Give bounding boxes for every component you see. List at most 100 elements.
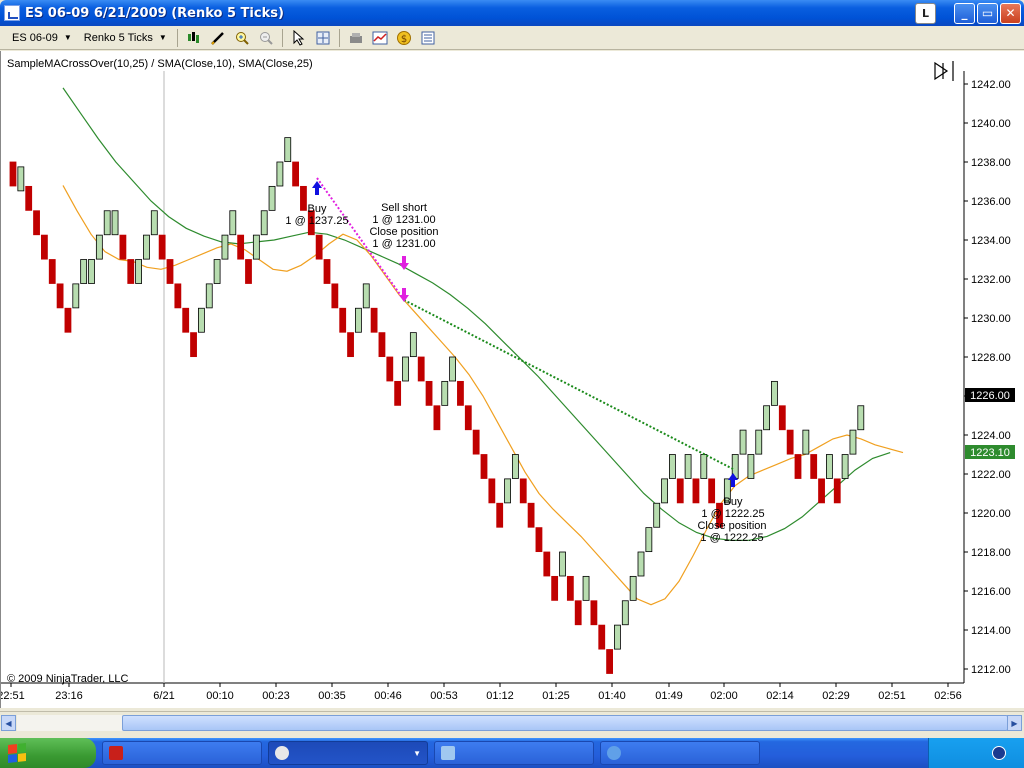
crosshair-icon[interactable]	[314, 29, 332, 47]
up-brick	[755, 429, 763, 455]
up-brick	[511, 454, 519, 479]
y-tick-label: 1216.00	[971, 586, 1011, 598]
chevron-down-icon: ▼	[413, 748, 421, 758]
close-button[interactable]: ✕	[1000, 2, 1021, 24]
x-tick-label: 01:12	[486, 690, 514, 702]
toolbar-separator	[281, 28, 283, 47]
x-tick-label: 00:10	[206, 690, 234, 702]
ninjatrader-icon	[275, 746, 289, 760]
y-tick-label: 1212.00	[971, 664, 1011, 676]
svg-text:Close position: Close position	[697, 520, 766, 532]
down-brick	[457, 380, 464, 406]
down-brick	[692, 478, 700, 504]
y-tick-label: 1236.00	[971, 196, 1011, 208]
task-notepad[interactable]	[434, 741, 594, 765]
up-brick	[857, 405, 865, 431]
up-brick	[252, 234, 260, 260]
toolbar-separator	[338, 28, 340, 47]
down-brick	[488, 478, 496, 504]
y-tick-label: 1238.00	[971, 157, 1011, 169]
down-brick	[386, 356, 394, 382]
svg-text:1 @ 1237.25: 1 @ 1237.25	[285, 215, 348, 227]
properties-icon[interactable]	[347, 29, 365, 47]
up-brick	[221, 234, 229, 260]
scroll-to-end-icon[interactable]	[934, 61, 954, 81]
y-tick-label: 1240.00	[971, 118, 1011, 130]
chart-panel[interactable]: SampleMACrossOver(10,25) / SMA(Close,10)…	[0, 51, 1024, 708]
tray-icon[interactable]	[992, 746, 1006, 760]
up-brick	[637, 551, 645, 577]
svg-text:1 @ 1222.25: 1 @ 1222.25	[701, 508, 764, 520]
task-ninjatrader[interactable]: ▼	[268, 741, 428, 765]
task-adobe-reader[interactable]	[102, 741, 262, 765]
down-brick	[778, 405, 786, 431]
x-tick-label: 00:46	[374, 690, 402, 702]
last-price-label: 1226.00	[970, 390, 1010, 402]
down-brick	[347, 332, 354, 358]
down-brick	[606, 649, 613, 674]
y-tick-label: 1214.00	[971, 625, 1011, 637]
down-brick	[292, 161, 300, 187]
down-brick	[9, 161, 17, 187]
down-brick	[127, 259, 135, 284]
currency-icon[interactable]: $	[395, 29, 413, 47]
candlestick-icon[interactable]	[185, 29, 203, 47]
down-brick	[48, 259, 56, 284]
up-brick	[669, 454, 676, 479]
down-brick	[425, 380, 433, 406]
scroll-left-button[interactable]: ◀	[1, 715, 16, 731]
annotation-buy-1: Buy 1 @ 1237.25	[285, 203, 348, 227]
down-brick	[182, 307, 190, 333]
pointer-icon[interactable]	[290, 29, 308, 47]
up-brick	[582, 575, 590, 601]
pencil-icon[interactable]	[209, 29, 227, 47]
chart-style-icon[interactable]	[371, 29, 389, 47]
up-brick	[205, 283, 213, 309]
svg-text:$: $	[401, 34, 407, 45]
x-tick-label: 00:23	[262, 690, 290, 702]
period-dropdown[interactable]: Renko 5 Ticks ▼	[78, 28, 173, 48]
up-brick	[802, 429, 810, 455]
up-brick	[72, 283, 80, 309]
y-tick-label: 1222.00	[971, 469, 1011, 481]
scroll-right-button[interactable]: ▶	[1007, 715, 1022, 731]
renko-chart[interactable]: SampleMACrossOver(10,25) / SMA(Close,10)…	[1, 51, 1024, 708]
up-brick	[826, 454, 833, 479]
down-brick	[190, 332, 197, 358]
down-brick	[370, 307, 378, 333]
down-brick	[519, 478, 527, 504]
down-brick	[56, 283, 64, 309]
up-brick	[653, 502, 661, 528]
sma-price-marker: 1223.10	[965, 445, 1015, 459]
annotation-buy-2: Buy 1 @ 1222.25 Close position 1 @ 1222.…	[697, 496, 766, 544]
up-brick	[260, 210, 268, 236]
up-brick	[17, 166, 25, 192]
up-brick	[229, 210, 237, 236]
zoom-out-icon[interactable]	[257, 29, 275, 47]
x-tick-label: 6/21	[153, 690, 174, 702]
sma-price-label: 1223.10	[970, 447, 1010, 459]
zoom-in-icon[interactable]	[233, 29, 251, 47]
down-brick	[64, 307, 72, 333]
start-button[interactable]	[0, 738, 96, 768]
up-brick	[614, 624, 621, 650]
down-brick	[331, 283, 339, 309]
x-tick-label: 01:25	[542, 690, 570, 702]
up-brick	[849, 429, 857, 455]
up-brick	[771, 380, 778, 406]
instrument-dropdown[interactable]: ES 06-09 ▼	[6, 28, 78, 48]
data-box-icon[interactable]	[419, 29, 437, 47]
up-brick	[621, 600, 629, 626]
maximize-button[interactable]: ▭	[977, 2, 998, 24]
chart-toolbar: ES 06-09 ▼ Renko 5 Ticks ▼ $	[0, 26, 1024, 50]
scroll-thumb[interactable]	[122, 715, 1008, 731]
down-brick	[119, 234, 127, 260]
x-tick-label: 01:49	[655, 690, 683, 702]
down-brick	[833, 478, 841, 504]
minimize-button[interactable]: _	[954, 2, 975, 24]
task-ie[interactable]	[600, 741, 760, 765]
horizontal-scrollbar[interactable]: ◀ ▶	[0, 711, 1024, 733]
up-brick	[143, 234, 150, 260]
down-brick	[818, 478, 825, 504]
link-button[interactable]: L	[915, 2, 936, 24]
